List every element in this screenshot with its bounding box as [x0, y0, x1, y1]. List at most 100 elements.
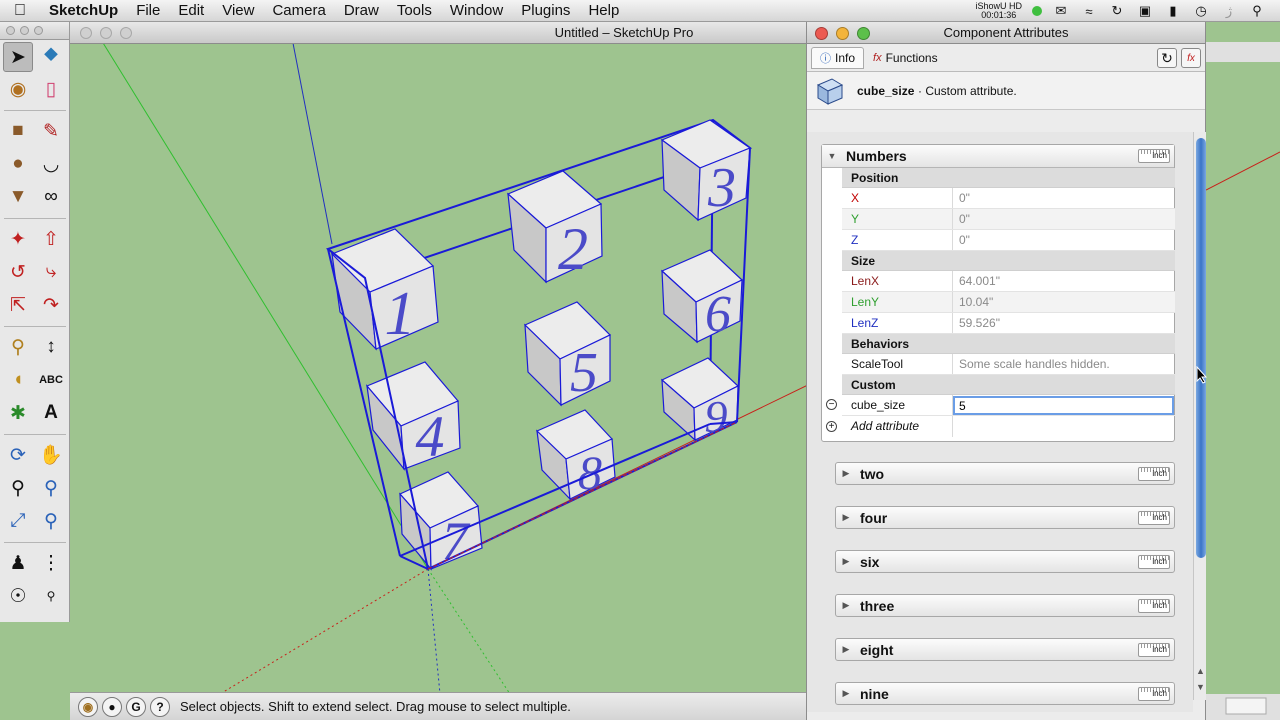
palette-minimize-icon[interactable] — [20, 26, 29, 35]
walk-tool-icon[interactable]: ⋮ — [36, 548, 66, 578]
expand-triangle-icon[interactable]: ▶ — [836, 512, 856, 523]
clock-icon[interactable]: ◷ — [1192, 3, 1210, 18]
window-zoom-icon[interactable] — [120, 27, 132, 39]
cube-4[interactable]: 4 — [366, 361, 461, 471]
unit-toggle-button[interactable]: inch — [1138, 687, 1170, 701]
push-pull-tool-icon[interactable]: ⇧ — [36, 224, 66, 254]
make-component-tool-icon[interactable]: ⯁ — [36, 42, 66, 72]
zoom-window-tool-icon[interactable]: ⚲ — [36, 473, 66, 503]
mail-icon[interactable]: ✉ — [1052, 3, 1070, 18]
time-machine-icon[interactable]: ↻ — [1108, 3, 1126, 18]
credits-icon[interactable]: ● — [102, 696, 122, 717]
unit-toggle-button[interactable]: inch — [1138, 149, 1170, 163]
tab-info[interactable]: ⓘ Info — [811, 46, 865, 69]
unit-toggle-button[interactable]: inch — [1138, 555, 1170, 569]
row-lenz[interactable]: LenZ 59.526" — [842, 313, 1175, 334]
cube-9[interactable]: 9 — [660, 357, 740, 442]
group-four[interactable]: ▶ four inch — [835, 506, 1175, 529]
wifi-icon[interactable]: ≈ — [1080, 4, 1098, 19]
position-camera-tool-icon[interactable]: ♟ — [3, 548, 33, 578]
menu-camera[interactable]: Camera — [263, 0, 334, 22]
look-around-tool-icon[interactable]: ☉ — [3, 581, 33, 611]
row-lenx[interactable]: LenX 64.001" — [842, 271, 1175, 292]
menu-tools[interactable]: Tools — [388, 0, 441, 22]
group-eight[interactable]: ▶ eight inch — [835, 638, 1175, 661]
menu-view[interactable]: View — [213, 0, 263, 22]
cube-3[interactable]: 3 — [660, 119, 752, 222]
cube-5[interactable]: 5 — [523, 301, 612, 407]
menu-help[interactable]: Help — [579, 0, 628, 22]
row-scaletool[interactable]: ScaleTool Some scale handles hidden. — [842, 354, 1175, 375]
pan-tool-icon[interactable]: ✋ — [36, 440, 66, 470]
row-z[interactable]: Z 0" — [842, 230, 1175, 251]
select-tool-icon[interactable]: ➤ — [3, 42, 33, 72]
eraser-tool-icon[interactable]: ▯ — [36, 74, 66, 104]
zoom-tool-icon[interactable]: ⚲ — [3, 473, 33, 503]
tab-functions[interactable]: fx Functions — [864, 47, 947, 69]
row-y[interactable]: Y 0" — [842, 209, 1175, 230]
expand-triangle-icon[interactable]: ▶ — [836, 556, 856, 567]
polygon-tool-icon[interactable]: ▼ — [3, 182, 33, 212]
panel-close-icon[interactable] — [815, 27, 828, 40]
dimension-tool-icon[interactable]: ↕ — [36, 332, 66, 362]
window-close-icon[interactable] — [80, 27, 92, 39]
menu-draw[interactable]: Draw — [335, 0, 388, 22]
group-three[interactable]: ▶ three inch — [835, 594, 1175, 617]
scale-tool-icon[interactable]: ⇱ — [3, 290, 33, 320]
move-tool-icon[interactable]: ✦ — [3, 224, 33, 254]
rotate-tool-icon[interactable]: ↺ — [3, 257, 33, 287]
geo-location-icon[interactable]: ◉ — [78, 696, 98, 717]
scroll-down-icon[interactable]: ▼ — [1196, 682, 1205, 692]
expand-triangle-icon[interactable]: ▶ — [836, 600, 856, 611]
palette-titlebar[interactable] — [0, 22, 69, 40]
orbit-tool-icon[interactable]: ⟳ — [3, 440, 33, 470]
previous-view-tool-icon[interactable]: ⚲ — [36, 506, 66, 536]
offset-tool-icon[interactable]: ↷ — [36, 290, 66, 320]
recorder-status[interactable]: iShowU HD 00:01:36 — [975, 2, 1022, 20]
model-viewport[interactable]: 1 2 3 4 5 6 7 8 9 — [70, 44, 808, 692]
expand-triangle-icon[interactable]: ▶ — [836, 644, 856, 655]
row-leny[interactable]: LenY 10.04" — [842, 292, 1175, 313]
section-plane-tool-icon[interactable]: ⚲ — [36, 581, 66, 611]
group-nine[interactable]: ▶ nine inch — [835, 682, 1175, 705]
rectangle-tool-icon[interactable]: ■ — [3, 116, 33, 146]
panel-zoom-icon[interactable] — [857, 27, 870, 40]
group-two[interactable]: ▶ two inch — [835, 462, 1175, 485]
add-attribute-row[interactable]: Add attribute — [842, 416, 1175, 437]
palette-close-icon[interactable] — [6, 26, 15, 35]
cube-6[interactable]: 6 — [660, 249, 744, 344]
bluetooth-icon[interactable]: ژ — [1220, 3, 1238, 18]
tape-measure-tool-icon[interactable]: ⚲ — [3, 332, 33, 362]
row-cube-size[interactable]: cube_size — [842, 395, 1175, 416]
axes-tool-icon[interactable]: ✱ — [3, 398, 33, 428]
sign-in-icon[interactable]: G — [126, 696, 146, 717]
circle-tool-icon[interactable]: ● — [3, 149, 33, 179]
spotlight-search-icon[interactable]: ⚲ — [1248, 3, 1266, 18]
group-six[interactable]: ▶ six inch — [835, 550, 1175, 573]
menu-file[interactable]: File — [127, 0, 169, 22]
expand-triangle-icon[interactable]: ▶ — [836, 468, 856, 479]
expand-triangle-icon[interactable]: ▶ — [836, 688, 856, 699]
menu-edit[interactable]: Edit — [169, 0, 213, 22]
follow-me-tool-icon[interactable]: ⤷ — [36, 257, 66, 287]
panel-scrollbar[interactable]: ▲ ▼ — [1193, 132, 1207, 700]
window-minimize-icon[interactable] — [100, 27, 112, 39]
protractor-tool-icon[interactable]: ◖ — [3, 365, 33, 395]
remove-attribute-icon[interactable]: − — [826, 399, 837, 410]
panel-titlebar[interactable]: Component Attributes — [807, 22, 1205, 44]
panel-minimize-icon[interactable] — [836, 27, 849, 40]
freehand-tool-icon[interactable]: ∞ — [36, 182, 66, 212]
scroll-up-icon[interactable]: ▲ — [1196, 666, 1205, 676]
arc-tool-icon[interactable]: ◡ — [36, 149, 66, 179]
menu-app[interactable]: SketchUp — [40, 0, 127, 22]
battery-icon[interactable]: ▮ — [1164, 3, 1182, 18]
cube-7[interactable]: 7 — [399, 471, 483, 571]
group-numbers-header[interactable]: ▼ Numbers inch — [822, 145, 1174, 168]
text-tool-icon[interactable]: ABC — [36, 365, 66, 395]
3d-text-tool-icon[interactable]: A — [36, 398, 66, 428]
zoom-extents-tool-icon[interactable]: ⤢ — [3, 506, 33, 536]
paint-bucket-tool-icon[interactable]: ◉ — [3, 74, 33, 104]
cube-2[interactable]: 2 — [506, 170, 603, 284]
pencil-tool-icon[interactable]: ✎ — [36, 116, 66, 146]
row-x[interactable]: X 0" — [842, 188, 1175, 209]
